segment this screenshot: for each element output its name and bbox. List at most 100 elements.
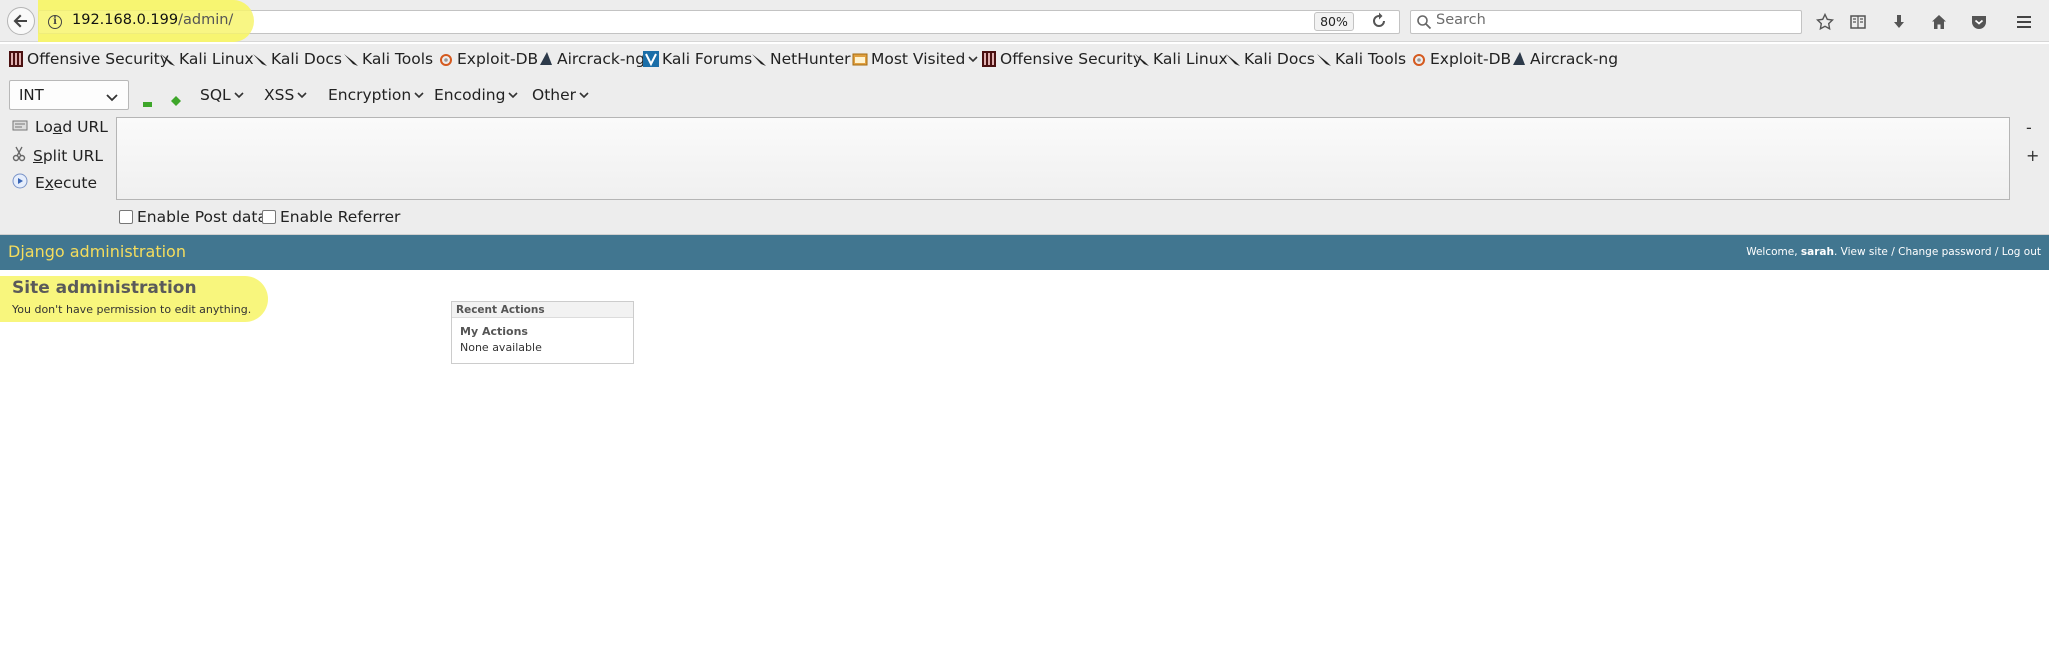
load-url-icon [12,118,28,136]
downloads-icon[interactable] [1887,10,1911,34]
menu-label: SQL [200,86,231,104]
most-visited-folder[interactable]: Most Visited [852,50,978,68]
execute-label: Execute [35,174,97,192]
zoom-indicator[interactable]: 80% [1314,12,1354,31]
kali-dragon-icon [1134,51,1150,67]
bookmark-label: Kali Docs [271,50,342,68]
bookmark-item[interactable]: Exploit-DB [1411,50,1511,68]
username: sarah [1800,246,1834,258]
checkbox-label: Enable Referrer [280,208,401,226]
bookmark-item[interactable]: Aircrack-ng [1511,50,1618,68]
bookmark-label: Kali Tools [362,50,434,68]
menu-label: Other [532,86,577,104]
bookmark-item[interactable]: Offensive Security [981,50,1142,68]
chevron-down-icon [234,86,244,104]
bookmarks-toolbar: Offensive Security Kali Linux Kali Docs … [0,44,2049,76]
type-select[interactable]: INT [9,80,129,110]
url-path: /admin/ [178,12,234,28]
decrease-icon[interactable] [143,93,153,112]
bookmark-item[interactable]: Kali Linux [160,50,254,68]
bookmark-item[interactable]: Kali Tools [1316,50,1406,68]
kali-dragon-icon [252,51,268,67]
user-tools: Welcome, sarah. View site / Change passw… [1746,246,2041,258]
django-header: Django administration Welcome, sarah. Vi… [0,235,2049,270]
browser-navbar: i 192.168.0.199/admin/ 80% Search [0,0,2049,42]
search-placeholder[interactable]: Search [1436,12,1486,28]
chevron-down-icon [106,89,118,107]
load-url-label: Load URL [35,118,108,136]
bookmark-label: Kali Tools [1335,50,1407,68]
load-url-button[interactable]: Load URL [12,118,108,136]
chevron-down-icon [508,86,519,104]
bookmark-item[interactable]: Kali Docs [1225,50,1315,68]
enable-post-data-checkbox[interactable]: Enable Post data [119,208,267,226]
bookmark-item[interactable]: Aircrack-ng [538,50,645,68]
kali-dragon-icon [343,51,359,67]
bookmark-label: Aircrack-ng [557,50,646,68]
hamburger-menu-icon[interactable] [2012,10,2036,34]
search-icon [1416,14,1432,30]
kali-dragon-icon [1316,51,1332,67]
expand-button[interactable]: + [2026,146,2039,165]
bookmark-item[interactable]: Kali Tools [343,50,433,68]
aircrack-icon [538,51,554,67]
execute-icon [12,173,28,193]
increase-icon[interactable] [171,91,181,110]
bookmark-item[interactable]: Kali Forums [643,50,752,68]
enable-referrer-checkbox[interactable]: Enable Referrer [262,208,400,226]
back-button[interactable] [7,7,35,35]
shrink-button[interactable]: - [2026,118,2032,137]
kali-dragon-icon [1225,51,1241,67]
bookmark-item[interactable]: Exploit-DB [438,50,538,68]
menu-other[interactable]: Other [532,86,589,104]
menu-label: Encoding [434,86,506,104]
hackbar-panel: INT SQL XSS Encryption Encoding Other Lo… [0,76,2049,235]
pocket-icon[interactable] [1967,10,1991,34]
bookmark-label: Offensive Security [1000,50,1142,68]
my-actions-heading: My Actions [460,325,528,338]
bookmark-item[interactable]: NetHunter [751,50,851,68]
site-info-icon[interactable]: i [48,15,62,29]
url-text[interactable]: 192.168.0.199/admin/ [72,12,233,28]
home-icon[interactable] [1927,10,1951,34]
bookmark-label: Exploit-DB [457,50,539,68]
split-url-button[interactable]: Split URL [12,146,103,166]
bookmark-label: Kali Linux [179,50,254,68]
offsec-icon [981,51,997,67]
menu-encoding[interactable]: Encoding [434,86,519,104]
bookmark-item[interactable]: Kali Linux [1134,50,1228,68]
url-host: 192.168.0.199 [72,12,179,28]
split-url-label: Split URL [33,147,104,165]
offsec-icon [8,51,24,67]
menu-encryption[interactable]: Encryption [328,86,424,104]
bookmark-label: Kali Linux [1153,50,1228,68]
menu-xss[interactable]: XSS [264,86,307,104]
permission-message: You don't have permission to edit anythi… [12,303,252,316]
aircrack-icon [1511,51,1527,67]
chevron-down-icon [968,50,978,68]
chevron-down-icon [297,86,307,104]
menu-sql[interactable]: SQL [200,86,244,104]
checkbox-box[interactable] [119,210,133,224]
checkbox-box[interactable] [262,210,276,224]
bookmark-label: Most Visited [871,50,966,68]
hackbar-url-textarea[interactable] [116,117,2010,200]
bookmark-label: Kali Forums [662,50,753,68]
django-brand-link[interactable]: Django administration [8,242,186,261]
scissors-icon [12,146,26,166]
bookmark-label: Offensive Security [27,50,169,68]
execute-button[interactable]: Execute [12,173,97,193]
menu-label: Encryption [328,86,412,104]
chevron-down-icon [579,86,589,104]
reading-list-icon[interactable] [1846,10,1870,34]
type-select-value: INT [19,86,44,104]
bookmark-star-icon[interactable] [1813,10,1837,34]
checkbox-label: Enable Post data [137,208,267,226]
bookmark-item[interactable]: Kali Docs [252,50,342,68]
reload-icon[interactable] [1370,12,1390,32]
bookmark-label: Aircrack-ng [1530,50,1619,68]
user-links[interactable]: . View site / Change password / Log out [1834,246,2041,258]
folder-icon [852,51,868,67]
bookmark-label: Kali Docs [1244,50,1315,68]
bookmark-item[interactable]: Offensive Security [8,50,169,68]
